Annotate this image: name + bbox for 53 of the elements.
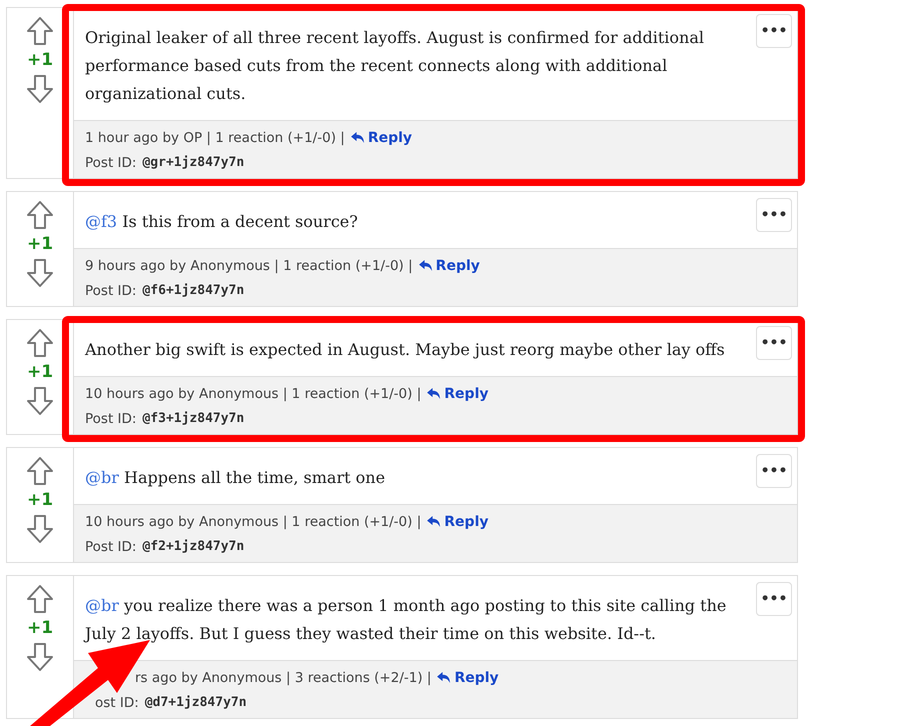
reply-icon xyxy=(427,516,440,527)
vote-score: +1 xyxy=(26,362,54,382)
downvote-icon[interactable] xyxy=(26,514,54,544)
post-meta: 9 hours ago by Anonymous | 1 reaction (+1/-0) | xyxy=(85,258,413,274)
more-options-button[interactable]: ••• xyxy=(756,454,792,488)
post-id: @d7+1jz847y7n xyxy=(144,695,247,710)
post-text: @br Happens all the time, smart one xyxy=(85,467,386,489)
post-text: @br you realize there was a person 1 month ago posting to this site calling the July 2 layoffs. But I guess they wasted their time on this website. Id--t. xyxy=(85,595,728,645)
reply-icon xyxy=(350,132,364,143)
post-meta: 10 hours ago by Anonymous | 1 reaction (+1/-0) | xyxy=(85,514,422,530)
mention-link[interactable]: @br xyxy=(85,468,119,487)
vote-score: +1 xyxy=(26,234,54,254)
upvote-icon[interactable] xyxy=(26,584,54,614)
upvote-icon[interactable] xyxy=(26,16,54,46)
post-text: Another big swift is expected in August. Maybe just reorg maybe other lay offs xyxy=(85,339,726,361)
post-id-label: ost ID: xyxy=(95,694,139,710)
reply-link[interactable]: Reply xyxy=(437,670,499,686)
reply-link[interactable]: Reply xyxy=(418,258,480,274)
post-text: @f3 Is this from a decent source? xyxy=(85,211,359,233)
mention-link[interactable]: @br xyxy=(85,596,119,615)
post-id: @gr+1jz847y7n xyxy=(142,155,244,170)
downvote-icon[interactable] xyxy=(26,74,54,104)
mention-link[interactable]: @f3 xyxy=(85,212,118,231)
more-options-button[interactable]: ••• xyxy=(756,198,792,232)
reply-link[interactable]: Reply xyxy=(427,514,488,530)
reply-icon xyxy=(437,672,450,683)
post-meta: 10 hours ago by Anonymous | 1 reaction (+1/-0) | xyxy=(85,386,422,402)
downvote-icon[interactable] xyxy=(26,386,54,416)
post-id-label: Post ID: xyxy=(85,410,136,426)
upvote-icon[interactable] xyxy=(26,200,54,230)
post-id-label: Post ID: xyxy=(85,538,136,554)
more-options-button[interactable]: ••• xyxy=(756,582,792,616)
post-id: @f3+1jz847y7n xyxy=(142,411,244,426)
post-id-label: Post ID: xyxy=(85,154,136,170)
upvote-icon[interactable] xyxy=(26,328,54,358)
reply-icon xyxy=(418,260,432,271)
downvote-icon[interactable] xyxy=(26,642,54,672)
vote-score: +1 xyxy=(26,50,54,70)
reply-link[interactable]: Reply xyxy=(427,386,488,402)
vote-score: +1 xyxy=(26,490,54,510)
post-id: @f6+1jz847y7n xyxy=(142,283,244,298)
downvote-icon[interactable] xyxy=(26,258,54,288)
reply-link[interactable]: Reply xyxy=(350,130,412,146)
vote-score: +1 xyxy=(26,618,54,638)
more-options-button[interactable]: ••• xyxy=(756,326,792,360)
post-text: Original leaker of all three recent layoffs. August is confirmed for additional performance based cuts from the recent connects along with additional organizational cuts. xyxy=(85,27,705,105)
post-id-label: Post ID: xyxy=(85,282,136,298)
post-id: @f2+1jz847y7n xyxy=(142,539,244,554)
more-options-button[interactable]: ••• xyxy=(756,14,792,48)
post-meta: 1 hour ago by OP | 1 reaction (+1/-0) | xyxy=(85,130,345,146)
upvote-icon[interactable] xyxy=(26,456,54,486)
post-meta: rs ago by Anonymous | 3 reactions (+2/-1) | xyxy=(135,670,432,686)
reply-icon xyxy=(427,388,440,399)
